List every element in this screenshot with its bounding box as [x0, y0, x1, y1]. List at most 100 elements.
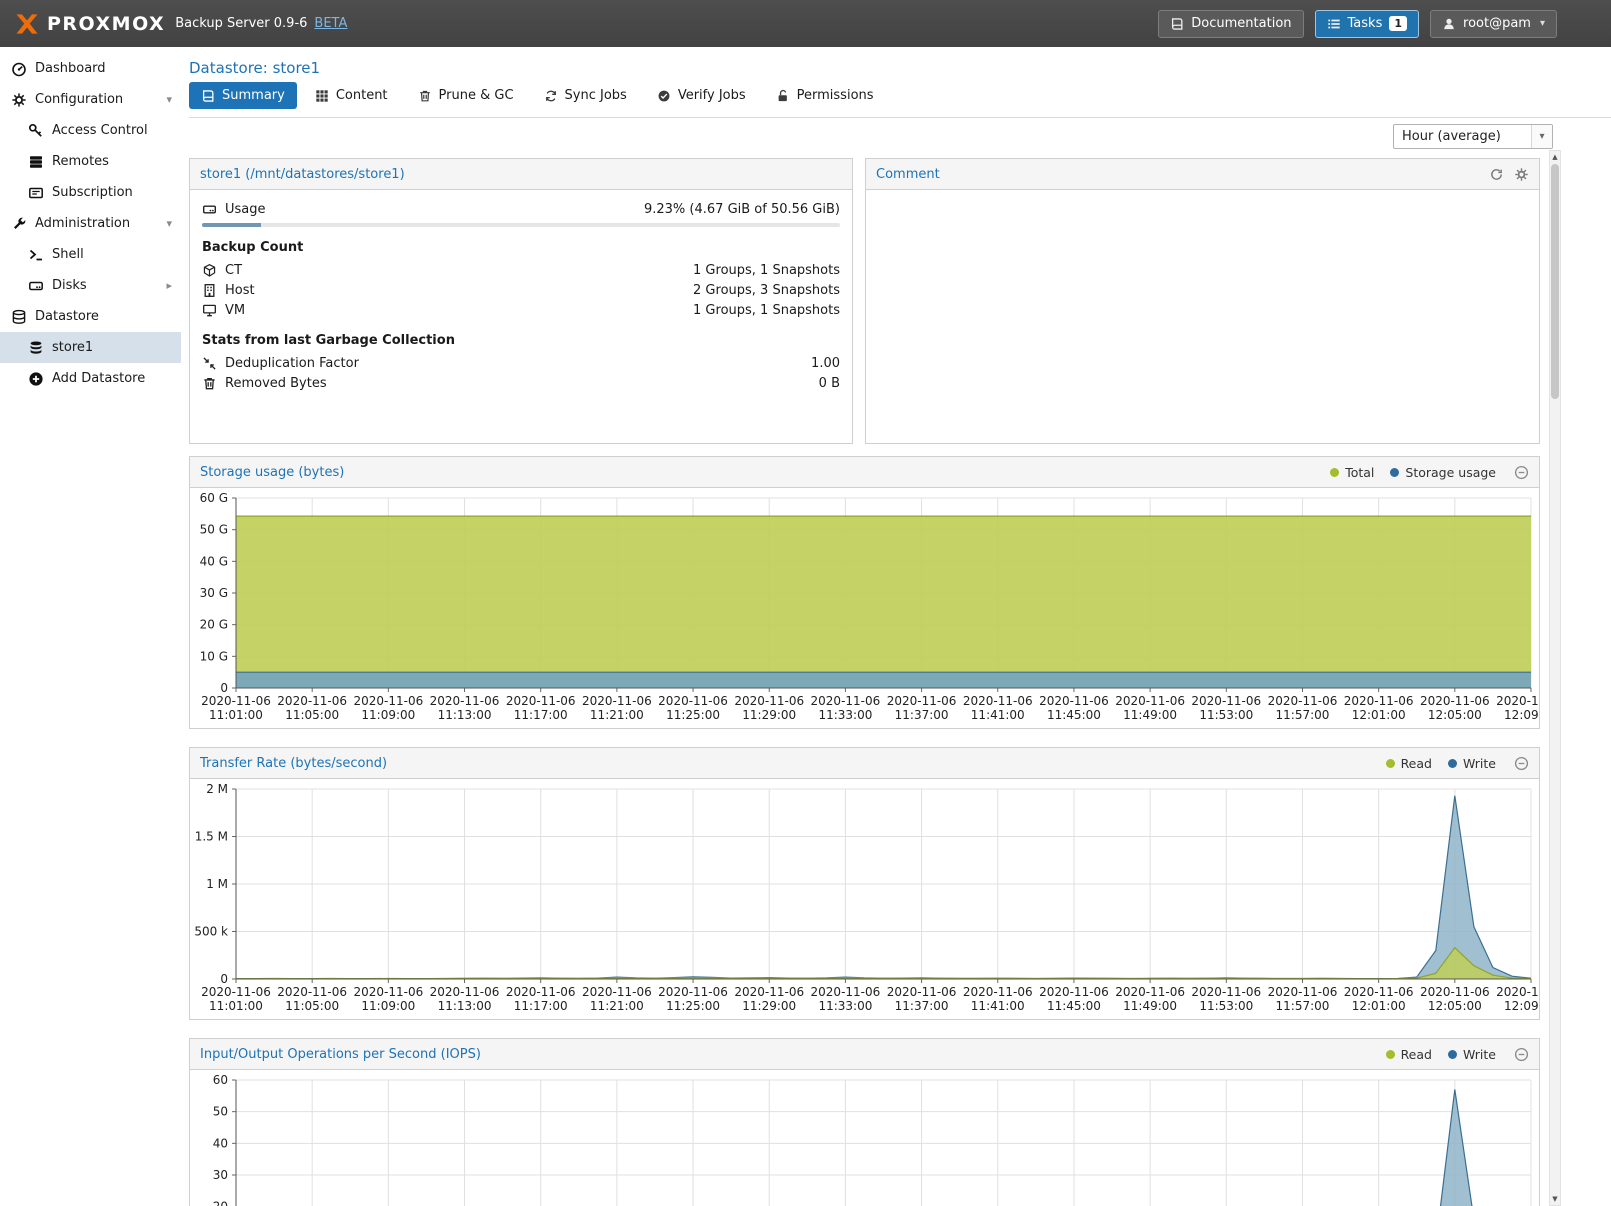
collapse-icon[interactable] [1514, 1047, 1529, 1062]
sidebar-item-remotes[interactable]: Remotes [0, 146, 181, 177]
tasks-button[interactable]: Tasks 1 [1315, 10, 1420, 38]
sidebar-item-store1[interactable]: store1 [0, 332, 181, 363]
refresh-icon[interactable] [1489, 167, 1504, 182]
tab-label: Prune & GC [439, 88, 514, 103]
chevron-right-icon[interactable]: ▸ [166, 279, 172, 292]
chevron-down-icon[interactable]: ▾ [166, 217, 172, 230]
sidebar-item-access-control[interactable]: Access Control [0, 115, 181, 146]
legend-item: Total [1330, 465, 1374, 480]
scroll-thumb[interactable] [1551, 164, 1559, 399]
building-icon [202, 283, 217, 298]
sidebar-item-configuration[interactable]: Configuration ▾ [0, 84, 181, 115]
documentation-button[interactable]: Documentation [1158, 10, 1303, 38]
legend-dot-icon [1386, 759, 1395, 768]
row-value: 1 Groups, 1 Snapshots [693, 303, 840, 318]
user-menu-button[interactable]: root@pam ▾ [1430, 10, 1557, 38]
svg-text:11:05:00: 11:05:00 [285, 708, 339, 722]
desktop-icon [202, 303, 217, 318]
usage-progress-bar [202, 223, 840, 227]
svg-text:11:29:00: 11:29:00 [742, 708, 796, 722]
sidebar-item-datastore[interactable]: Datastore [0, 301, 181, 332]
trash-icon [202, 376, 217, 391]
backup-count-row-vm: VM 1 Groups, 1 Snapshots [202, 300, 840, 320]
svg-text:2020-11-06: 2020-11-06 [430, 694, 500, 708]
gc-row-removed-bytes: Removed Bytes 0 B [202, 373, 840, 393]
svg-text:2020-11-06: 2020-11-06 [1191, 985, 1261, 999]
svg-text:2020-11-06: 2020-11-06 [201, 985, 271, 999]
comment-content[interactable] [866, 190, 1539, 444]
sidebar-item-add-datastore[interactable]: Add Datastore [0, 363, 181, 394]
sidebar-item-label: Remotes [52, 154, 109, 169]
chevron-down-icon: ▾ [1540, 18, 1545, 29]
svg-text:11:29:00: 11:29:00 [742, 999, 796, 1013]
svg-text:11:53:00: 11:53:00 [1199, 708, 1253, 722]
user-icon [1442, 17, 1456, 31]
sidebar-item-label: Disks [52, 278, 87, 293]
svg-text:2020-11-06: 2020-11-06 [353, 985, 423, 999]
topbar-actions: Documentation Tasks 1 root@pam ▾ [1158, 10, 1557, 38]
legend-dot-icon [1330, 468, 1339, 477]
svg-text:1 M: 1 M [206, 877, 228, 891]
database-icon [11, 309, 27, 325]
tab-prune-gc[interactable]: Prune & GC [406, 82, 526, 109]
svg-text:2020-11-06: 2020-11-06 [201, 694, 271, 708]
svg-text:2020-11-06: 2020-11-06 [963, 985, 1033, 999]
svg-text:11:09:00: 11:09:00 [361, 999, 415, 1013]
collapse-icon[interactable] [1514, 465, 1529, 480]
plus-circle-icon [28, 371, 44, 387]
sidebar-item-label: Add Datastore [52, 371, 145, 386]
chevron-down-icon[interactable]: ▾ [166, 93, 172, 106]
sidebar-item-dashboard[interactable]: Dashboard [0, 53, 181, 84]
tasks-count-badge: 1 [1389, 16, 1407, 31]
beta-link[interactable]: BETA [314, 16, 347, 31]
sidebar-item-administration[interactable]: Administration ▾ [0, 208, 181, 239]
svg-text:30 G: 30 G [200, 586, 228, 600]
sidebar-item-disks[interactable]: Disks ▸ [0, 270, 181, 301]
sidebar-item-label: Access Control [52, 123, 148, 138]
tab-permissions[interactable]: Permissions [764, 82, 886, 109]
summary-panel-body: Usage 9.23% (4.67 GiB of 50.56 GiB) Back… [190, 190, 852, 402]
row-label: CT [225, 263, 242, 278]
svg-text:12:01:00: 12:01:00 [1352, 999, 1406, 1013]
svg-text:11:09:00: 11:09:00 [361, 708, 415, 722]
row-value: 1.00 [811, 356, 840, 371]
cube-icon [202, 263, 217, 278]
sync-icon [544, 89, 558, 103]
scroll-down-button[interactable]: ▼ [1550, 1193, 1560, 1205]
gc-row-dedup: Deduplication Factor 1.00 [202, 353, 840, 373]
storage-usage-chart: 010 G20 G30 G40 G50 G60 G2020-11-0611:01… [190, 488, 1539, 728]
collapse-icon[interactable] [1514, 756, 1529, 771]
vertical-scrollbar[interactable]: ▲ ▼ [1549, 150, 1561, 1206]
svg-text:2020-11-06: 2020-11-06 [582, 985, 652, 999]
tab-verify-jobs[interactable]: Verify Jobs [645, 82, 758, 109]
proxmox-x-icon [12, 10, 42, 38]
svg-text:2020-11-06: 2020-11-06 [1344, 694, 1414, 708]
panel-header: Comment [866, 159, 1539, 190]
gear-icon[interactable] [1514, 167, 1529, 182]
book-icon [201, 89, 215, 103]
sidebar-item-subscription[interactable]: Subscription [0, 177, 181, 208]
svg-text:11:25:00: 11:25:00 [666, 708, 720, 722]
time-range-select[interactable]: Hour (average) ▾ [1393, 124, 1553, 149]
legend-item: Write [1448, 756, 1496, 771]
tab-sync-jobs[interactable]: Sync Jobs [532, 82, 639, 109]
scroll-up-button[interactable]: ▲ [1550, 151, 1560, 163]
svg-text:1.5 M: 1.5 M [195, 830, 228, 844]
row-label: Host [225, 283, 255, 298]
proxmox-logo: PROXMOX [12, 10, 165, 38]
sidebar-item-shell[interactable]: Shell [0, 239, 181, 270]
tab-content[interactable]: Content [303, 82, 400, 109]
key-icon [28, 123, 44, 139]
book-icon [1170, 17, 1184, 31]
svg-text:11:21:00: 11:21:00 [590, 708, 644, 722]
datastore-summary-panel: store1 (/mnt/datastores/store1) Usage 9.… [189, 158, 853, 444]
svg-text:12:09:00: 12:09:00 [1504, 708, 1539, 722]
gauge-icon [11, 61, 27, 77]
transfer-rate-chart: 0500 k1 M1.5 M2 M2020-11-0611:01:002020-… [190, 779, 1539, 1019]
tab-summary[interactable]: Summary [189, 82, 297, 109]
legend-item: Read [1386, 756, 1432, 771]
svg-text:2020-11-06: 2020-11-06 [1496, 694, 1539, 708]
row-label: Removed Bytes [225, 376, 327, 391]
svg-text:11:17:00: 11:17:00 [514, 999, 568, 1013]
svg-text:2020-11-06: 2020-11-06 [887, 694, 957, 708]
